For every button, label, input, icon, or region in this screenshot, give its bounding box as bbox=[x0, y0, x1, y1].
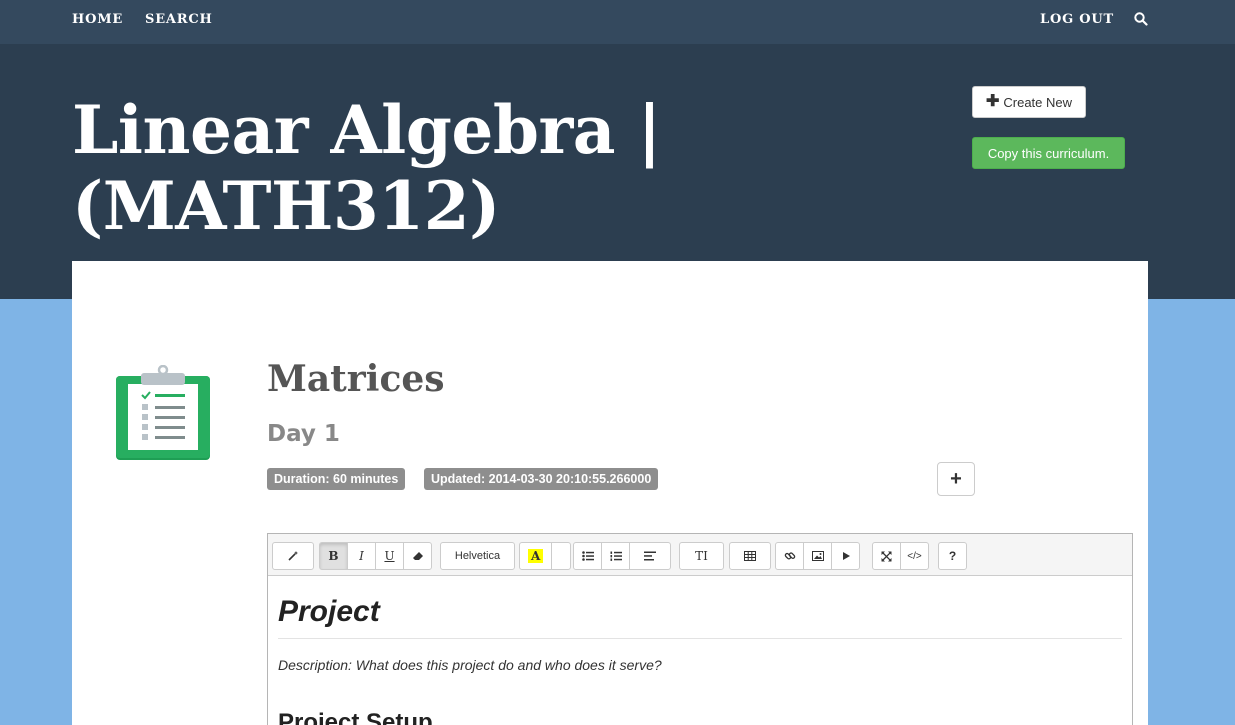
clipboard-icon bbox=[115, 364, 211, 461]
help-button[interactable]: ? bbox=[938, 542, 967, 570]
underline-button[interactable]: U bbox=[375, 542, 404, 570]
color-dropdown-button[interactable] bbox=[551, 542, 572, 570]
create-new-label: Create New bbox=[1003, 94, 1073, 110]
editor-description: Description: What does this project do a… bbox=[278, 657, 662, 673]
fullscreen-icon[interactable] bbox=[872, 542, 901, 570]
editor-content[interactable]: Project Description: What does this proj… bbox=[268, 576, 1132, 725]
duration-badge: Duration: 60 minutes bbox=[267, 468, 406, 490]
table-icon[interactable] bbox=[729, 542, 771, 570]
text-color-label: A bbox=[528, 549, 544, 563]
plus-icon: ✚ bbox=[985, 93, 1000, 110]
picture-icon[interactable] bbox=[803, 542, 832, 570]
nav-logout-link[interactable]: LOG OUT bbox=[1040, 12, 1114, 27]
create-new-button[interactable]: ✚ Create New bbox=[972, 86, 1086, 118]
editor-toolbar: B I U Helvetica A TI </> ? bbox=[268, 534, 1132, 576]
ordered-list-icon[interactable] bbox=[601, 542, 630, 570]
editor-subheading: Project Setup bbox=[278, 709, 433, 725]
eraser-icon[interactable] bbox=[403, 542, 432, 570]
code-view-button[interactable]: </> bbox=[900, 542, 929, 570]
lesson-title: Matrices bbox=[267, 358, 445, 400]
add-section-button[interactable]: + bbox=[937, 462, 975, 496]
search-icon[interactable] bbox=[1133, 11, 1149, 27]
lesson-subtitle: Day 1 bbox=[267, 421, 340, 447]
nav-home-link[interactable]: HOME bbox=[72, 12, 123, 27]
copy-curriculum-label: Copy this curriculum. bbox=[987, 145, 1110, 161]
text-color-button[interactable]: A bbox=[519, 542, 553, 570]
unordered-list-icon[interactable] bbox=[573, 542, 602, 570]
lesson-card: Matrices Day 1 Duration: 60 minutes Upda… bbox=[72, 261, 1148, 725]
link-icon[interactable] bbox=[775, 542, 804, 570]
editor-heading: Project bbox=[278, 594, 1122, 639]
updated-badge: Updated: 2014-03-30 20:10:55.266000 bbox=[424, 468, 659, 490]
font-family-select[interactable]: Helvetica bbox=[440, 542, 515, 570]
magic-wand-icon[interactable] bbox=[272, 542, 314, 570]
page-title: Linear Algebra | (MATH312) bbox=[72, 91, 662, 245]
align-left-icon[interactable] bbox=[629, 542, 671, 570]
rich-text-editor: B I U Helvetica A TI </> ? Project Descr… bbox=[267, 533, 1133, 725]
line-height-button[interactable]: TI bbox=[679, 542, 724, 570]
nav-search-link[interactable]: SEARCH bbox=[145, 12, 213, 27]
copy-curriculum-button[interactable]: Copy this curriculum. bbox=[972, 137, 1125, 169]
top-navbar: HOME SEARCH LOG OUT bbox=[0, 0, 1235, 44]
bold-button[interactable]: B bbox=[319, 542, 348, 570]
italic-button[interactable]: I bbox=[347, 542, 376, 570]
play-icon[interactable] bbox=[831, 542, 860, 570]
